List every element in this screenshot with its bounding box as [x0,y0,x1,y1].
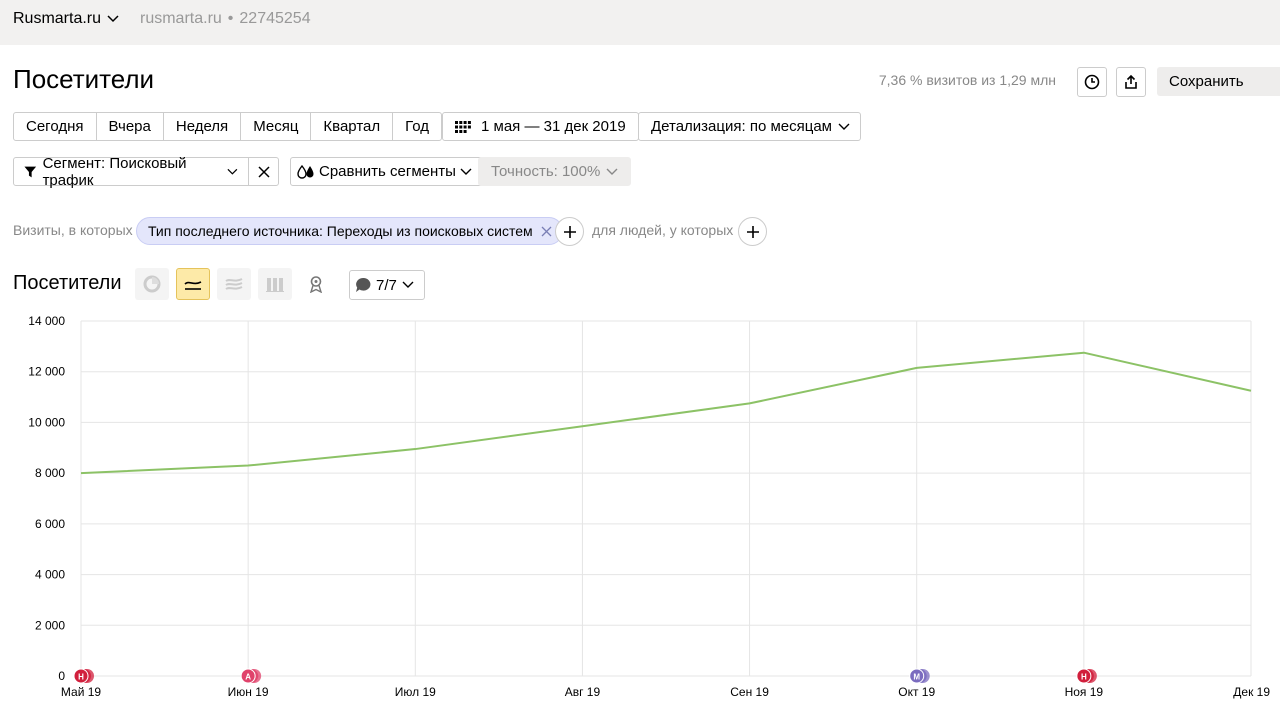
line-chart-icon [184,277,202,291]
period-week[interactable]: Неделя [164,113,241,140]
export-button[interactable] [1116,67,1146,97]
map-pin-icon [308,275,324,293]
people-filter-label: для людей, у которых [592,222,733,238]
save-button[interactable]: Сохранить [1157,67,1280,96]
counter-id: 22745254 [239,10,310,27]
area-view-button[interactable] [217,268,251,300]
accuracy-select[interactable]: Точность: 100% [478,157,631,186]
date-range-label: 1 мая — 31 дек 2019 [481,118,626,135]
pie-chart-icon [143,275,161,293]
visits-filter-label: Визиты, в которых [13,222,133,238]
period-today[interactable]: Сегодня [14,113,97,140]
close-icon[interactable] [541,226,552,237]
save-label: Сохранить [1169,73,1244,90]
plus-icon [747,226,759,238]
x-tick-label: Авг 19 [565,685,601,699]
y-tick-label: 4 000 [35,568,65,582]
site-name: Rusmarta.ru [13,10,101,28]
x-tick-label: Ноя 19 [1065,685,1104,699]
annotations-button[interactable]: 7/7 [349,270,425,300]
map-view-button[interactable] [299,268,333,300]
chevron-down-icon [402,281,414,289]
line-chart: 0 2 000 4 000 6 000 8 000 10 000 12 000 14 000 М… [0,305,1280,705]
period-year[interactable]: Год [393,113,441,140]
site-selector[interactable]: Rusmarta.ru [13,10,119,28]
y-tick-label: 8 000 [35,466,65,480]
plus-icon [564,226,576,238]
date-range-button[interactable]: 1 мая — 31 дек 2019 [442,112,639,141]
filter-icon [24,165,37,179]
close-icon [258,166,270,178]
segment-clear-button[interactable] [248,157,279,186]
series-line [81,353,1251,473]
compare-segments-button[interactable]: Сравнить сегменты [290,157,483,186]
chevron-down-icon [107,15,119,23]
period-yesterday[interactable]: Вчера [97,113,164,140]
x-tick-label: Сен 19 [730,685,769,699]
annotation-marker-label: Н [78,673,84,682]
bar-chart-icon [266,276,284,292]
history-button[interactable] [1077,67,1107,97]
y-tick-label: 2 000 [35,618,65,632]
chart-title: Посетители [13,272,122,295]
clock-icon [1084,74,1100,90]
share-icon [1123,74,1139,90]
annotations-count: 7/7 [376,277,397,294]
period-selector: Сегодня Вчера Неделя Месяц Квартал Год [13,112,442,141]
annotation-marker-label: Н [1081,673,1087,682]
drops-icon [297,165,315,179]
chevron-down-icon [460,168,472,176]
y-tick-label: 14 000 [28,314,65,328]
bar-view-button[interactable] [258,268,292,300]
site-domain: rusmarta.ru [140,10,222,27]
annotation-marker-label: А [245,673,251,682]
accuracy-label: Точность: 100% [491,163,600,180]
comment-icon [355,277,371,293]
top-bar: Rusmarta.ru rusmarta.ru • 22745254 [0,0,1280,45]
add-people-filter-button[interactable] [738,217,767,246]
period-quarter[interactable]: Квартал [311,113,393,140]
area-chart-icon [225,277,243,291]
y-tick-label: 6 000 [35,517,65,531]
chevron-down-icon [838,123,850,131]
detail-select[interactable]: Детализация: по месяцам [638,112,861,141]
period-month[interactable]: Месяц [241,113,311,140]
segment-label: Сегмент: Поисковый трафик [43,155,222,189]
site-info: rusmarta.ru • 22745254 [140,10,311,28]
y-tick-label: 12 000 [28,365,65,379]
chevron-down-icon [606,168,618,176]
chevron-down-icon [227,168,238,176]
calendar-icon [455,121,471,133]
x-tick-label: Июн 19 [228,685,269,699]
pie-view-button[interactable] [135,268,169,300]
x-tick-label: Дек 19 [1233,685,1270,699]
line-view-button[interactable] [176,268,210,300]
filter-chip[interactable]: Тип последнего источника: Переходы из по… [136,217,563,245]
chart-area: 0 2 000 4 000 6 000 8 000 10 000 12 000 14 000 М… [0,305,1280,705]
x-tick-label: Июл 19 [395,685,436,699]
add-visit-filter-button[interactable] [555,217,584,246]
x-tick-label: Окт 19 [898,685,935,699]
y-tick-label: 10 000 [28,415,65,429]
page-title: Посетители [13,64,154,95]
segment-select[interactable]: Сегмент: Поисковый трафик [13,157,249,186]
x-tick-label: Май 19 [61,685,102,699]
annotation-marker-label: М [913,673,920,682]
detail-label: Детализация: по месяцам [651,118,832,135]
filter-chip-label: Тип последнего источника: Переходы из по… [148,223,533,239]
separator-dot: • [228,10,234,27]
visits-info: 7,36 % визитов из 1,29 млн [879,72,1056,88]
y-tick-label: 0 [58,669,65,683]
compare-segments-label: Сравнить сегменты [319,163,456,180]
